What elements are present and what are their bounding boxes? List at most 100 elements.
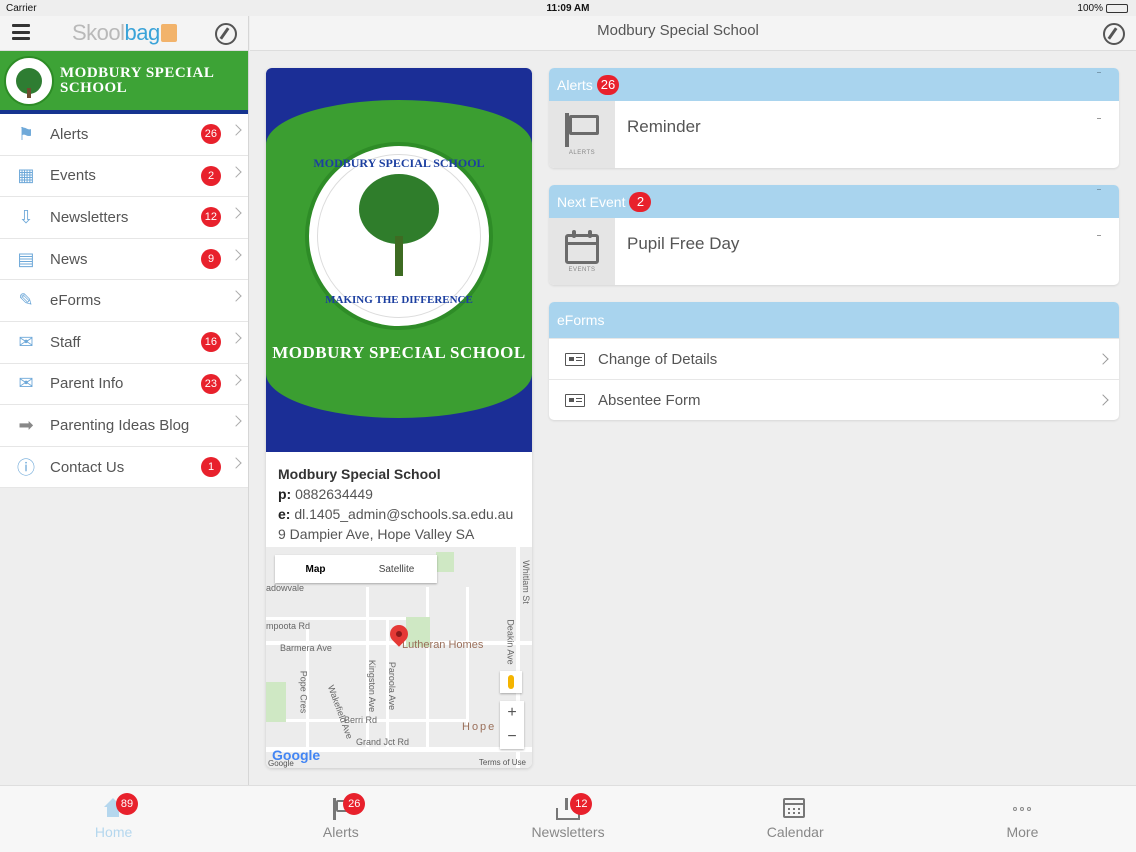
tree-icon [16,68,42,98]
map-area-label: Hope [462,721,497,733]
seal-motto: MAKING THE DIFFERENCE [325,294,473,306]
map-street-label: Whitlam St [520,560,531,604]
address[interactable]: 9 Dampier Ave, Hope Valley SA [278,524,520,544]
id-card-icon [565,352,585,366]
sidebar-item-staff[interactable]: ✉ Staff 16 [0,322,248,364]
tab-label: Calendar [766,824,824,840]
count-badge: 12 [200,207,221,228]
map-zoom-controls: + − [500,701,524,749]
school-card: MODBURY SPECIAL SCHOOL MAKING THE DIFFER… [266,68,532,768]
google-attribution: Google [268,759,294,768]
chevron-right-icon [230,124,242,136]
map-street-label: Grand Jct Rd [356,737,410,747]
alerts-tile: ALERTS [549,101,615,168]
sidebar-item-label: Staff [50,333,81,351]
school-banner-name: MODBURY SPECIAL SCHOOL [60,65,214,96]
form-edit-icon: ✎ [18,290,34,311]
phone-number[interactable]: 0882634449 [295,486,373,502]
school-map[interactable]: Map Satellite adowvale mpoota Rd Barmera… [266,547,532,768]
more-dots-icon [1010,798,1034,820]
sidebar-item-events[interactable]: ▦ Events 2 [0,156,248,198]
chevron-right-icon [230,457,242,469]
sidebar-item-alerts[interactable]: ⚑ Alerts 26 [0,114,248,156]
event-title: Pupil Free Day [627,234,740,253]
next-event-panel: Next Event 2 EVENTS Pupil Free Day [549,185,1119,285]
contact-details: Modbury Special School p: 0882634449 e: … [266,452,532,544]
count-badge: 26 [596,74,620,95]
tab-newsletters[interactable]: 12 Newsletters [454,786,681,852]
sidebar-item-label: Newsletters [50,208,129,226]
school-seal: MODBURY SPECIAL SCHOOL MAKING THE DIFFER… [305,142,493,330]
sidebar-item-news[interactable]: ▤ News 9 [0,239,248,281]
panel-title: eForms [557,312,605,328]
tab-alerts[interactable]: 26 Alerts [227,786,454,852]
sync-icon[interactable] [215,23,237,45]
tab-label: Alerts [322,824,359,840]
next-event-panel-header[interactable]: Next Event 2 [549,185,1119,218]
email-address[interactable]: dl.1405_admin@schools.sa.edu.au [294,506,513,522]
hamburger-menu-icon[interactable] [12,24,30,40]
panel-title: Next Event [557,193,626,210]
app-logo: Skoolbag [72,20,177,46]
calendar-icon [783,798,806,818]
zoom-out-button[interactable]: − [500,725,524,749]
document-icon: ▤ [17,248,35,269]
event-item[interactable]: EVENTS Pupil Free Day [549,218,1119,285]
sidebar-item-label: Alerts [50,125,89,143]
sidebar-item-parent-info[interactable]: ✉ Parent Info 23 [0,364,248,406]
map-street-label: Wakefield Ave [325,683,355,741]
eform-label: Absentee Form [598,391,701,409]
terms-of-use-link[interactable]: Terms of Use [479,758,526,767]
map-street-label: adowvale [266,583,305,593]
calendar-icon: ▦ [17,165,35,186]
map-tab-satellite[interactable]: Satellite [356,555,437,583]
tree-icon [359,174,439,244]
mail-icon: ✉ [18,373,34,394]
map-street-label: Deakin Ave [505,619,516,665]
battery-icon [1106,4,1128,13]
sidebar-topbar: Skoolbag [0,16,248,51]
map-tab-map[interactable]: Map [275,555,356,583]
sidebar-menu: ⚑ Alerts 26 ▦ Events 2 ⇩ Newsletters 12 … [0,114,248,489]
sidebar-item-contact-us[interactable]: ⓘ Contact Us 1 [0,447,248,489]
id-card-icon [565,393,585,407]
eforms-panel: eForms Change of Details Absentee Form [549,302,1119,420]
email-row[interactable]: e: dl.1405_admin@schools.sa.edu.au [278,504,520,524]
alert-item[interactable]: ALERTS Reminder [549,101,1119,168]
eform-change-of-details[interactable]: Change of Details [549,338,1119,379]
count-badge: 9 [201,248,221,269]
chevron-right-icon [230,332,242,344]
status-bar: Carrier 11:09 AM 100% [0,0,1136,16]
alerts-panel-header[interactable]: Alerts 26 [549,68,1119,101]
refresh-icon[interactable] [1103,23,1125,45]
tab-label: More [1006,824,1039,840]
tab-calendar[interactable]: Calendar [682,786,909,852]
count-badge: 1 [201,456,221,477]
street-view-pegman-icon[interactable] [500,671,522,693]
eform-label: Change of Details [598,350,718,368]
phone-row[interactable]: p: 0882634449 [278,484,520,504]
battery-percent: 100% [1077,3,1103,14]
book-icon [160,24,177,42]
zoom-in-button[interactable]: + [500,701,524,725]
tile-caption: EVENTS [568,267,596,273]
sidebar-item-label: News [50,250,88,268]
tile-caption: ALERTS [568,150,596,156]
eform-absentee-form[interactable]: Absentee Form [549,379,1119,420]
hero-school-name: MODBURY SPECIAL SCHOOL [272,343,526,362]
seal-top-text: MODBURY SPECIAL SCHOOL [313,156,485,170]
sidebar-item-label: Contact Us [50,458,125,476]
sidebar-item-newsletters[interactable]: ⇩ Newsletters 12 [0,197,248,239]
flag-icon: ⚑ [17,123,35,144]
sidebar-item-eforms[interactable]: ✎ eForms [0,280,248,322]
chevron-right-icon [230,415,242,427]
school-name: Modbury Special School [278,466,441,482]
chevron-right-icon [230,165,242,178]
sidebar-item-parenting-ideas-blog[interactable]: ➡ Parenting Ideas Blog [0,405,248,447]
alerts-panel: Alerts 26 ALERTS Reminder [549,68,1119,168]
tab-more[interactable]: More [909,786,1136,852]
sidebar-item-label: Parent Info [50,375,124,393]
tab-home[interactable]: 89 Home [0,786,227,852]
sidebar-item-label: Events [50,167,96,185]
map-street-label: mpoota Rd [266,621,311,631]
